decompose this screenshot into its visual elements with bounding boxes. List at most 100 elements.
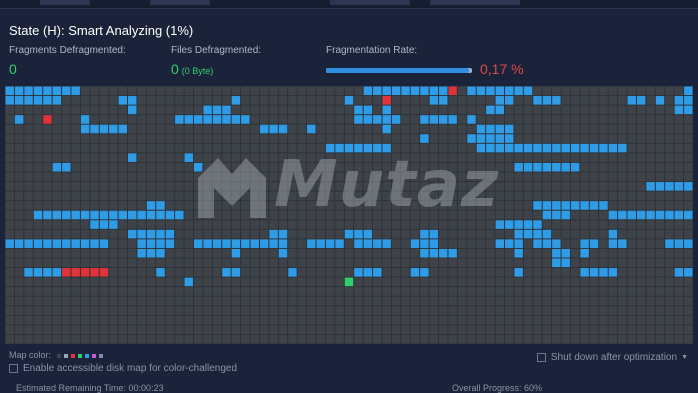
accessible-map-checkbox[interactable] xyxy=(9,364,18,373)
disk-cell-free xyxy=(373,210,382,220)
disk-cell-free xyxy=(608,287,618,296)
disk-cell-free xyxy=(175,220,184,229)
disk-cell-free xyxy=(203,229,212,239)
disk-cell-free xyxy=(212,306,222,315)
disk-cell-free xyxy=(297,258,307,268)
chevron-down-icon[interactable]: ▼ xyxy=(681,354,688,361)
disk-cell-free xyxy=(476,105,486,115)
tab-stub[interactable] xyxy=(150,0,210,5)
disk-cell-free xyxy=(165,143,175,153)
disk-cell-free xyxy=(552,296,561,306)
legend-swatch[interactable] xyxy=(56,353,61,358)
disk-cell-free xyxy=(439,306,448,315)
disk-cell-free xyxy=(636,134,646,143)
disk-cell-free xyxy=(146,296,156,306)
top-tab-strip xyxy=(0,0,698,9)
disk-cell-free xyxy=(269,287,278,296)
legend-swatch[interactable] xyxy=(63,353,68,358)
accessible-map-option[interactable]: Enable accessible disk map for color-cha… xyxy=(9,363,237,374)
disk-cell-free xyxy=(269,220,278,229)
disk-cell-free xyxy=(14,182,24,191)
disk-cell-free xyxy=(533,334,542,344)
disk-cell-free xyxy=(505,191,514,201)
disk-cell-used xyxy=(505,134,514,143)
disk-cell-free xyxy=(14,143,24,153)
disk-cell-free xyxy=(99,315,109,325)
disk-cell-free xyxy=(636,258,646,268)
legend-swatch[interactable] xyxy=(70,353,75,358)
disk-cell-free xyxy=(599,315,608,325)
disk-cell-free xyxy=(627,268,636,277)
disk-cell-free xyxy=(335,220,344,229)
disk-cell-free xyxy=(467,277,476,287)
disk-cell-free xyxy=(391,143,401,153)
disk-cell-free xyxy=(5,258,14,268)
disk-cell-free xyxy=(297,229,307,239)
disk-cell-used xyxy=(335,143,344,153)
disk-cell-free xyxy=(618,96,627,105)
disk-cell-used xyxy=(137,229,146,239)
shutdown-checkbox[interactable] xyxy=(536,353,546,362)
disk-cell-fragmented xyxy=(99,268,109,277)
disk-cell-free xyxy=(486,153,495,162)
disk-cell-free xyxy=(476,229,486,239)
disk-cell-free xyxy=(259,86,269,96)
disk-cell-used xyxy=(420,86,429,96)
disk-cell-free xyxy=(109,239,118,248)
legend-swatch[interactable] xyxy=(84,353,89,358)
disk-cell-free xyxy=(71,124,80,134)
disk-cell-free xyxy=(401,277,410,287)
disk-cell-free xyxy=(14,201,24,210)
legend-swatch[interactable] xyxy=(98,353,103,358)
disk-cell-free xyxy=(316,287,325,296)
disk-cell-free xyxy=(109,182,118,191)
disk-cell-used xyxy=(231,268,241,277)
disk-cell-free xyxy=(486,220,495,229)
disk-cell-free xyxy=(71,229,80,239)
fragmentation-rate-bar-fill xyxy=(326,68,470,73)
disk-cell-used xyxy=(684,182,693,191)
disk-cell-free xyxy=(439,124,448,134)
disk-cell-free xyxy=(486,182,495,191)
disk-cell-free xyxy=(608,86,618,96)
disk-cell-used xyxy=(118,96,128,105)
disk-cell-free xyxy=(288,334,297,344)
disk-cell-free xyxy=(259,191,269,201)
disk-cell-free xyxy=(203,325,212,334)
disk-map[interactable] xyxy=(5,86,693,344)
disk-cell-free xyxy=(627,143,636,153)
disk-cell-free xyxy=(344,248,354,258)
disk-cell-free xyxy=(505,248,514,258)
disk-cell-free xyxy=(297,143,307,153)
disk-cell-free xyxy=(674,325,684,334)
disk-cell-free xyxy=(391,220,401,229)
legend-swatch[interactable] xyxy=(77,353,82,358)
disk-cell-free xyxy=(193,268,203,277)
disk-cell-free xyxy=(618,134,627,143)
disk-cell-free xyxy=(5,134,14,143)
tab-stub[interactable] xyxy=(40,0,90,5)
disk-cell-free xyxy=(429,287,439,296)
disk-cell-free xyxy=(146,96,156,105)
disk-cell-free xyxy=(33,143,43,153)
tab-stub[interactable] xyxy=(330,0,410,5)
disk-cell-free xyxy=(325,287,335,296)
disk-cell-used xyxy=(231,239,241,248)
disk-cell-free xyxy=(5,124,14,134)
disk-cell-free xyxy=(297,268,307,277)
disk-cell-free xyxy=(627,258,636,268)
disk-cell-free xyxy=(580,334,589,344)
disk-cell-free xyxy=(486,162,495,172)
disk-cell-free xyxy=(335,96,344,105)
disk-cell-free xyxy=(250,172,259,182)
disk-cell-free xyxy=(439,239,448,248)
disk-cell-free xyxy=(580,172,589,182)
shutdown-option[interactable]: Shut down after optimization ▼ xyxy=(536,352,688,363)
legend-swatches[interactable] xyxy=(54,350,103,360)
disk-cell-free xyxy=(231,201,241,210)
legend-swatch[interactable] xyxy=(91,353,96,358)
disk-cell-used xyxy=(514,86,523,96)
disk-cell-free xyxy=(250,229,259,239)
disk-cell-free xyxy=(636,268,646,277)
tab-stub[interactable] xyxy=(430,0,520,5)
